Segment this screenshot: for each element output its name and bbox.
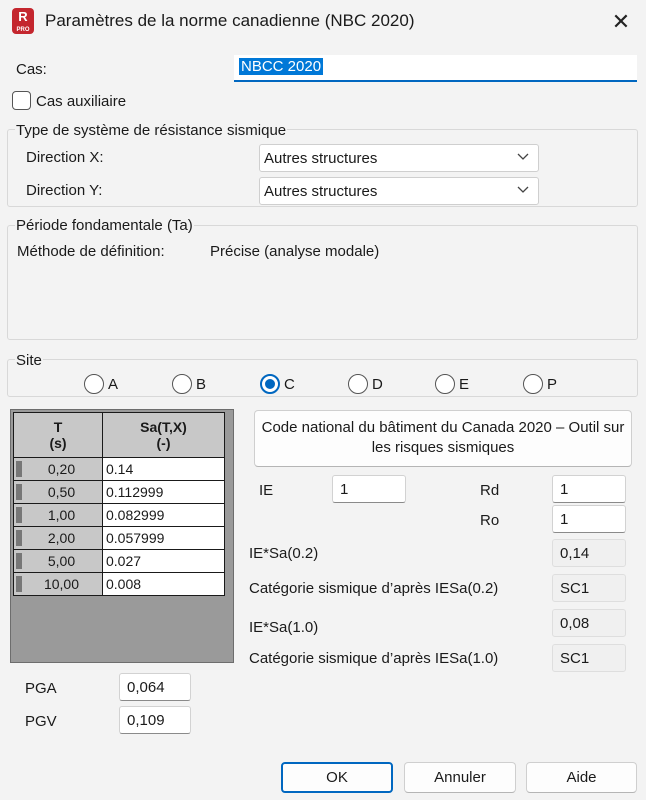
close-icon[interactable]: ✕	[604, 8, 638, 36]
site-label-p: P	[547, 376, 558, 393]
site-label-e: E	[459, 376, 470, 393]
direction-x-label: Direction X:	[26, 149, 104, 166]
pgv-label: PGV	[25, 713, 57, 730]
site-radio-b[interactable]	[172, 374, 192, 394]
cat10-label: Catégorie sismique d’après IESa(1.0)	[249, 650, 499, 667]
period-cell: 1,00	[13, 503, 103, 527]
ie-label: IE	[259, 482, 274, 499]
period-title: Période fondamentale (Ta)	[15, 217, 194, 234]
ie-sa02-value: 0,14	[552, 539, 626, 567]
sa-cell[interactable]: 0.112999	[102, 480, 225, 504]
site-label-a: A	[108, 376, 119, 393]
period-cell: 0,50	[13, 480, 103, 504]
ie-sa10-label: IE*Sa(1.0)	[249, 619, 319, 636]
spectrum-table: T (s) Sa(T,X) (-) 0,20 0.14 0,50 0.112999 …	[10, 409, 234, 663]
site-radio-a[interactable]	[84, 374, 104, 394]
seismic-hazard-tool-button[interactable]: Code national du bâtiment du Canada 2020…	[254, 410, 632, 467]
site-label-b: B	[196, 376, 207, 393]
sa-cell[interactable]: 0.082999	[102, 503, 225, 527]
cancel-button[interactable]: Annuler	[404, 762, 516, 793]
table-row: 10,00 0.008	[13, 572, 225, 596]
pga-label: PGA	[25, 680, 57, 697]
column-header-t[interactable]: T (s)	[13, 412, 103, 458]
cas-label: Cas:	[16, 61, 47, 78]
help-button[interactable]: Aide	[526, 762, 637, 793]
site-label-d: D	[372, 376, 383, 393]
site-label-c: C	[284, 376, 295, 393]
cas-input[interactable]: NBCC 2020	[234, 55, 637, 82]
ie-sa02-label: IE*Sa(0.2)	[249, 545, 319, 562]
period-cell: 0,20	[13, 457, 103, 481]
window-title: Paramètres de la norme canadienne (NBC 2…	[45, 11, 415, 30]
sa-cell[interactable]: 0.008	[102, 572, 225, 596]
column-header-sa[interactable]: Sa(T,X) (-)	[102, 412, 225, 458]
cat10-value: SC1	[552, 644, 626, 672]
ok-button[interactable]: OK	[281, 762, 393, 793]
cas-auxiliaire-label: Cas auxiliaire	[36, 93, 127, 110]
pga-input[interactable]: 0,064	[119, 673, 191, 701]
chevron-down-icon	[517, 186, 529, 193]
sa-cell[interactable]: 0.057999	[102, 526, 225, 550]
table-row: 0,20 0.14	[13, 457, 225, 481]
period-cell: 10,00	[13, 572, 103, 596]
table-row: 1,00 0.082999	[13, 503, 225, 527]
table-row: 0,50 0.112999	[13, 480, 225, 504]
seismic-system-title: Type de système de résistance sismique	[15, 122, 288, 139]
sa-cell[interactable]: 0.14	[102, 457, 225, 481]
period-cell: 5,00	[13, 549, 103, 573]
site-title: Site	[15, 352, 43, 369]
table-row: 5,00 0.027	[13, 549, 225, 573]
direction-x-select[interactable]: Autres structures	[259, 144, 539, 172]
ie-sa10-value: 0,08	[552, 609, 626, 637]
method-label: Méthode de définition:	[17, 243, 165, 260]
chevron-down-icon	[517, 153, 529, 160]
rd-input[interactable]: 1	[552, 475, 626, 503]
rd-label: Rd	[480, 482, 500, 499]
site-radio-p[interactable]	[523, 374, 543, 394]
site-radio-e[interactable]	[435, 374, 455, 394]
ro-input[interactable]: 1	[552, 505, 626, 533]
method-value: Précise (analyse modale)	[210, 243, 380, 260]
cas-auxiliaire-checkbox[interactable]	[12, 91, 31, 110]
cat02-label: Catégorie sismique d’après IESa(0.2)	[249, 580, 499, 597]
site-radio-c[interactable]	[260, 374, 280, 394]
cat02-value: SC1	[552, 574, 626, 602]
app-logo-icon: R PRO	[12, 8, 34, 34]
ro-label: Ro	[480, 512, 500, 529]
direction-y-select[interactable]: Autres structures	[259, 177, 539, 205]
site-radio-d[interactable]	[348, 374, 368, 394]
ie-input[interactable]: 1	[332, 475, 406, 503]
table-header-row: T (s) Sa(T,X) (-)	[13, 412, 225, 458]
pgv-input[interactable]: 0,109	[119, 706, 191, 734]
sa-cell[interactable]: 0.027	[102, 549, 225, 573]
period-cell: 2,00	[13, 526, 103, 550]
table-row: 2,00 0.057999	[13, 526, 225, 550]
direction-y-label: Direction Y:	[26, 182, 103, 199]
